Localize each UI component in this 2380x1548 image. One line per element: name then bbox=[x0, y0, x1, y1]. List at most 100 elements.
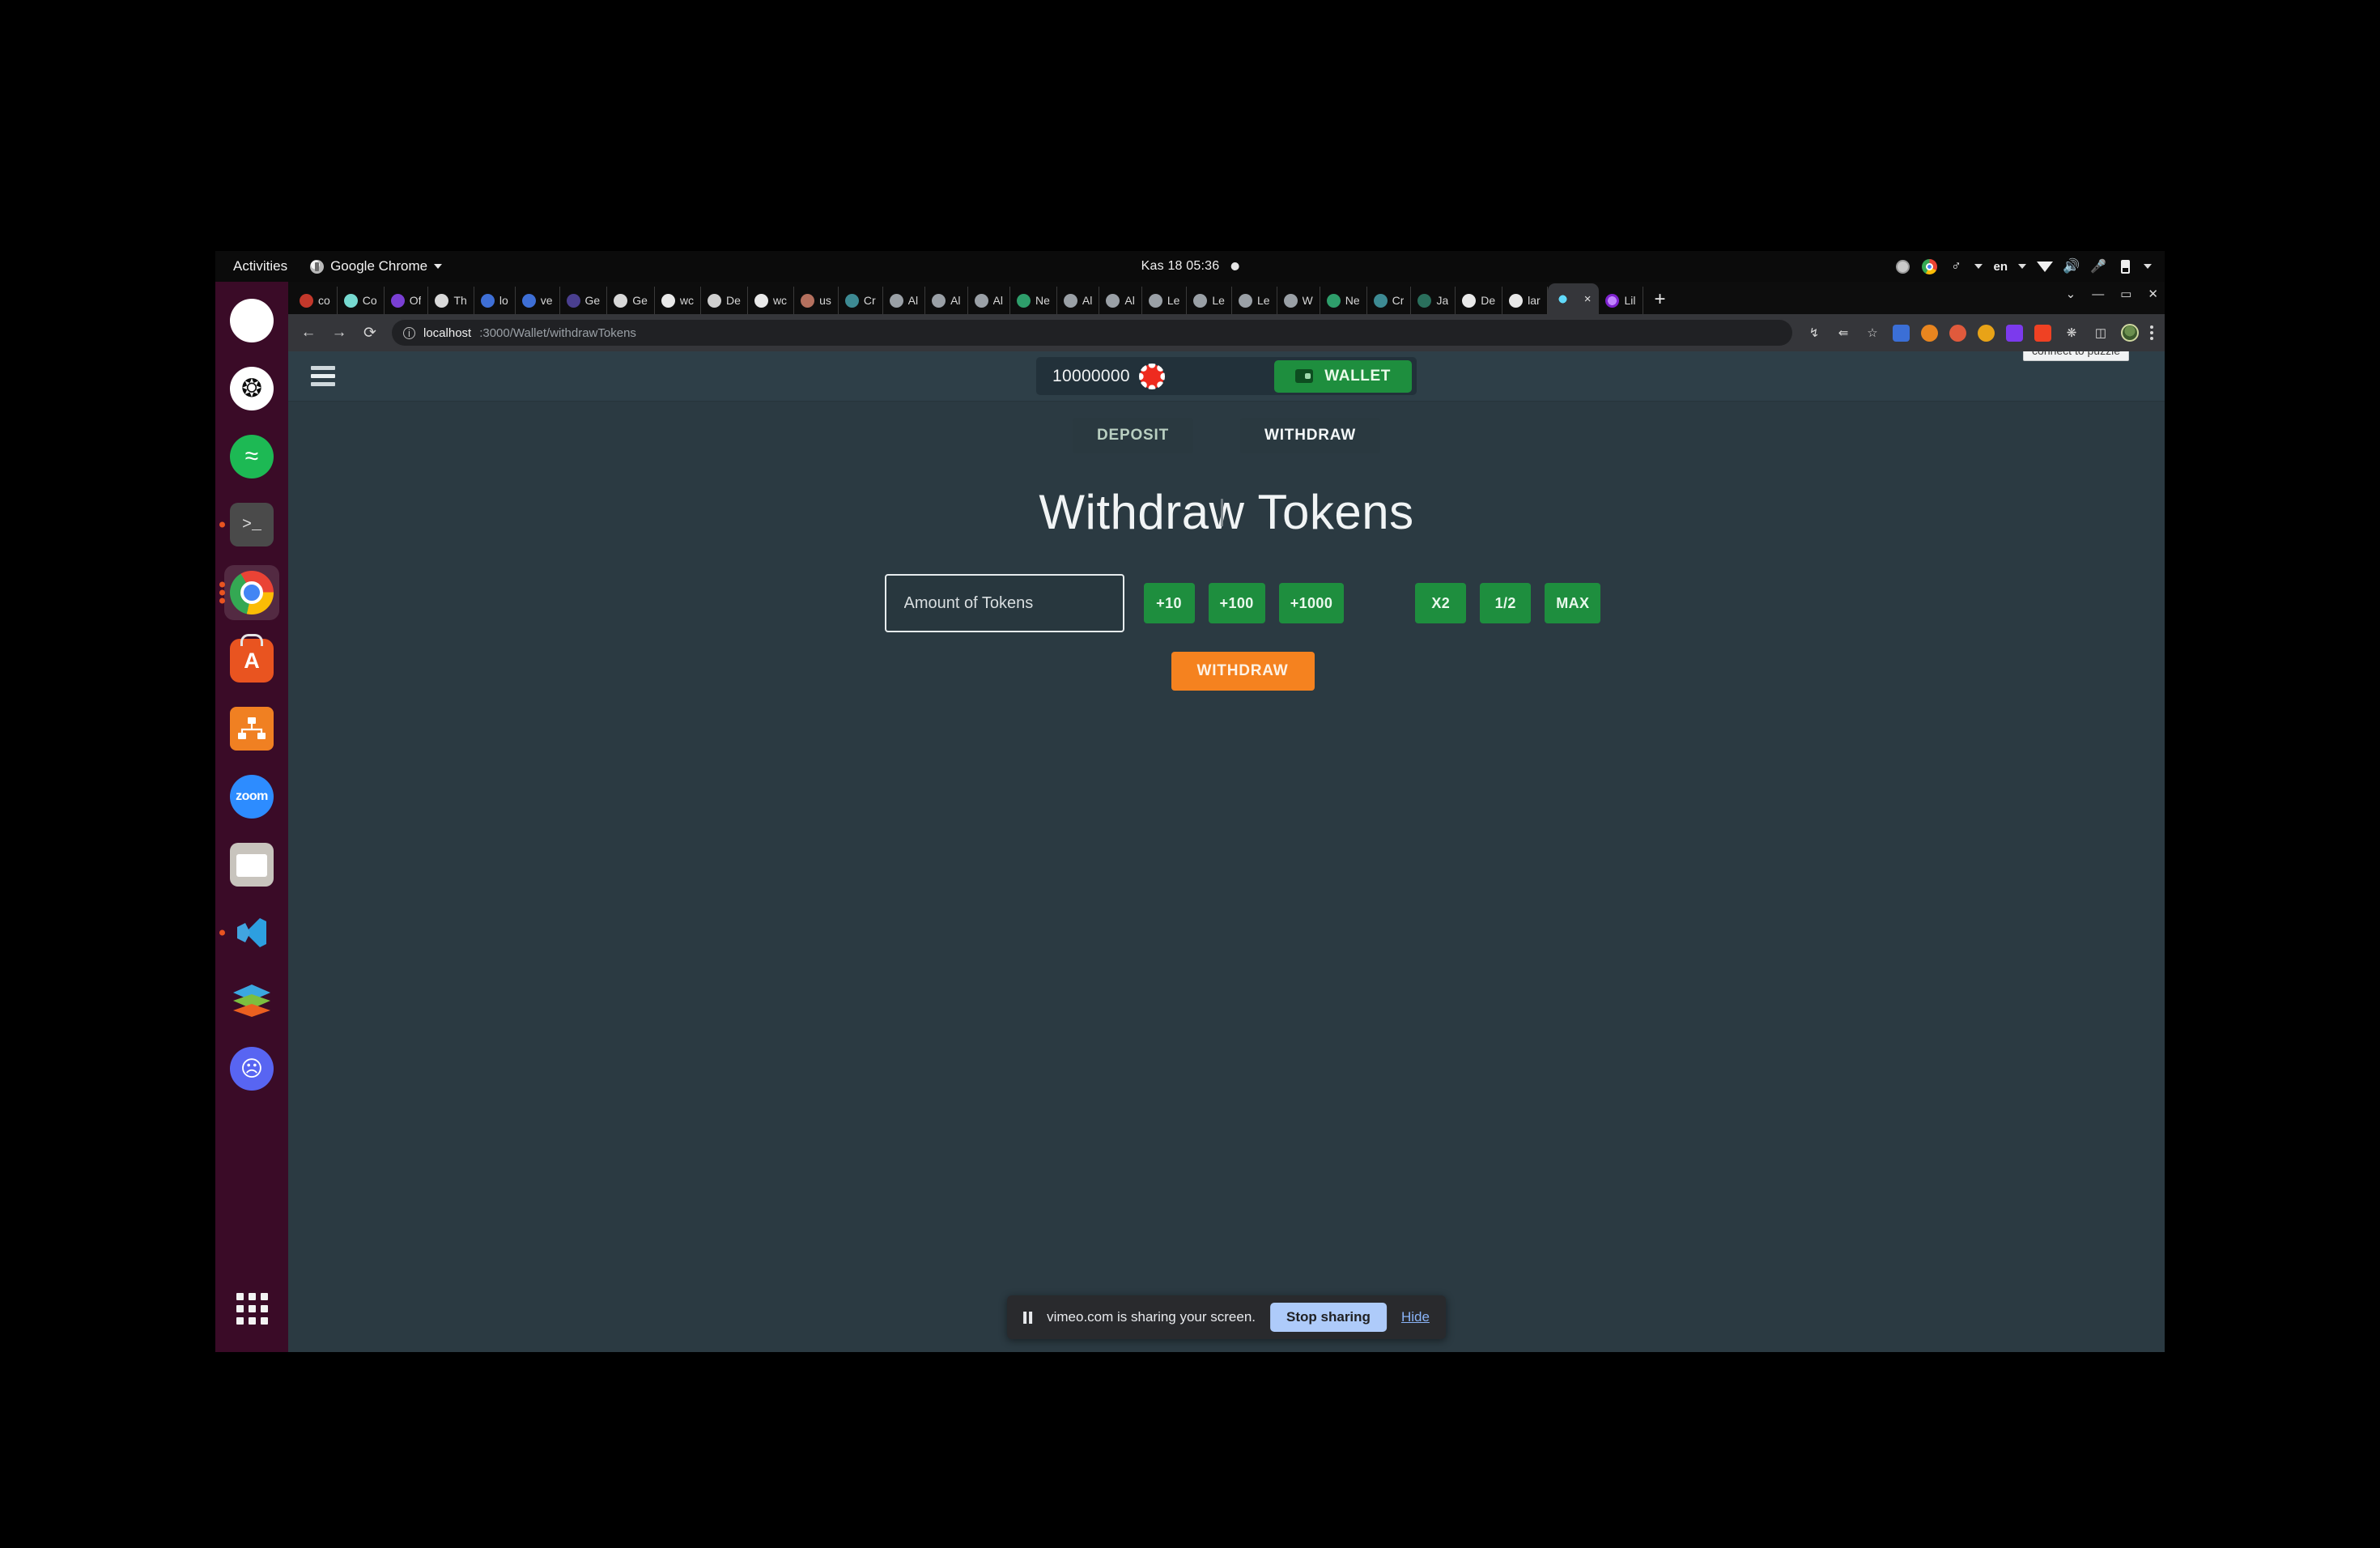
battery-icon[interactable] bbox=[2117, 258, 2133, 274]
hamburger-menu-icon[interactable] bbox=[311, 366, 335, 386]
dock-item-slack[interactable]: ❂ bbox=[224, 293, 279, 348]
tab-17[interactable]: Al bbox=[1057, 287, 1100, 314]
tab-3[interactable]: Th bbox=[428, 287, 474, 314]
dock-item-ubuntu-software[interactable]: A bbox=[224, 633, 279, 688]
tab-withdraw[interactable]: WITHDRAW bbox=[1240, 418, 1380, 453]
stop-sharing-button[interactable]: Stop sharing bbox=[1270, 1303, 1387, 1332]
back-button[interactable]: ← bbox=[300, 324, 317, 342]
tab-active[interactable]: × bbox=[1547, 283, 1600, 314]
favicon bbox=[889, 293, 903, 308]
tab-2[interactable]: Of bbox=[385, 287, 429, 314]
tab-22[interactable]: W bbox=[1277, 287, 1320, 314]
side-panel-icon[interactable]: ◫ bbox=[2092, 324, 2110, 342]
language-indicator[interactable]: en bbox=[1993, 260, 2008, 274]
dock-item-layers-app[interactable] bbox=[224, 973, 279, 1028]
tab-6[interactable]: Ge bbox=[560, 287, 608, 314]
dock-item-terminal[interactable]: >_ bbox=[219, 497, 279, 552]
slack-icon: ❂ bbox=[230, 299, 274, 342]
microphone-icon[interactable]: 🎤 bbox=[2090, 258, 2106, 274]
tab-23[interactable]: Ne bbox=[1320, 287, 1367, 314]
multiply-2-button[interactable]: X2 bbox=[1415, 583, 1467, 623]
dock-item-zoom[interactable]: zoom bbox=[224, 769, 279, 824]
tab-0[interactable]: co bbox=[293, 287, 338, 314]
hide-link[interactable]: Hide bbox=[1401, 1309, 1430, 1325]
screen-sharing-icon[interactable] bbox=[1894, 258, 1910, 274]
extension-orange-icon[interactable] bbox=[2034, 324, 2051, 342]
tab-19[interactable]: Le bbox=[1142, 287, 1188, 314]
tab-20[interactable]: Le bbox=[1187, 287, 1232, 314]
tab-14[interactable]: Al bbox=[925, 287, 968, 314]
profile-avatar[interactable] bbox=[2121, 324, 2139, 342]
clock[interactable]: Kas 18 05:36 bbox=[1141, 259, 1239, 274]
extension-fox-icon[interactable] bbox=[1921, 324, 1938, 342]
half-button[interactable]: 1/2 bbox=[1480, 583, 1532, 623]
tab-7[interactable]: Ge bbox=[607, 287, 655, 314]
chrome-tray-icon[interactable] bbox=[1921, 258, 1937, 274]
accessibility-chevron-icon[interactable] bbox=[1974, 264, 1983, 269]
show-applications-button[interactable] bbox=[224, 1281, 279, 1336]
dock-item-vs-code[interactable] bbox=[219, 905, 279, 960]
tab-25[interactable]: Ja bbox=[1411, 287, 1456, 314]
extension-red-icon[interactable] bbox=[1949, 324, 1966, 342]
withdraw-submit-button[interactable]: WITHDRAW bbox=[1171, 652, 1315, 691]
dock-item-google-chrome[interactable] bbox=[219, 565, 279, 620]
bookmark-star-icon[interactable]: ☆ bbox=[1864, 324, 1881, 342]
tab-4[interactable]: lo bbox=[474, 287, 516, 314]
add-100-button[interactable]: +100 bbox=[1208, 583, 1265, 623]
amount-input[interactable] bbox=[884, 574, 1124, 632]
add-10-button[interactable]: +10 bbox=[1143, 583, 1195, 623]
dock-item-chatgpt[interactable]: ❂ bbox=[224, 361, 279, 416]
favicon bbox=[974, 293, 988, 308]
tab-21[interactable]: Le bbox=[1232, 287, 1277, 314]
tab-15[interactable]: Al bbox=[968, 287, 1010, 314]
tab-13[interactable]: Al bbox=[883, 287, 926, 314]
tab-26[interactable]: De bbox=[1456, 287, 1503, 314]
volume-icon[interactable]: 🔊 bbox=[2063, 258, 2080, 274]
max-button[interactable]: MAX bbox=[1545, 583, 1601, 623]
url-path: :3000/Wallet/withdrawTokens bbox=[479, 325, 636, 340]
reload-button[interactable]: ⟳ bbox=[361, 324, 379, 342]
extension-purple-icon[interactable] bbox=[2006, 324, 2023, 342]
activities-button[interactable]: Activities bbox=[215, 258, 302, 274]
tab-12[interactable]: Cr bbox=[839, 287, 883, 314]
app-menu-chrome[interactable]: Google Chrome bbox=[302, 258, 450, 274]
dock-item-discord[interactable]: ☹ bbox=[224, 1041, 279, 1096]
tab-16[interactable]: Ne bbox=[1010, 287, 1057, 314]
extension-yellow-icon[interactable] bbox=[1978, 324, 1995, 342]
install-icon[interactable]: ↯ bbox=[1805, 324, 1823, 342]
tab-deposit[interactable]: DEPOSIT bbox=[1072, 418, 1193, 453]
new-tab-button[interactable]: + bbox=[1643, 288, 1677, 314]
tab-5[interactable]: ve bbox=[516, 287, 560, 314]
tab-10[interactable]: wc bbox=[748, 287, 795, 314]
forward-button[interactable]: → bbox=[330, 324, 348, 342]
share-icon[interactable]: ⇚ bbox=[1834, 324, 1852, 342]
language-chevron-icon[interactable] bbox=[2018, 264, 2026, 269]
accessibility-icon[interactable]: ♂ bbox=[1948, 258, 1964, 274]
tab-24[interactable]: Cr bbox=[1367, 287, 1412, 314]
close-icon[interactable]: × bbox=[1584, 292, 1592, 306]
tab-27[interactable]: lar bbox=[1502, 287, 1548, 314]
extension-blue-icon[interactable] bbox=[1893, 324, 1910, 342]
tab-8[interactable]: wc bbox=[655, 287, 702, 314]
tab-9[interactable]: De bbox=[701, 287, 748, 314]
dock-item-spotify[interactable]: ≈ bbox=[224, 429, 279, 484]
maximize-button[interactable]: ▭ bbox=[2120, 287, 2131, 301]
favicon bbox=[932, 293, 946, 308]
dock-item-org-chart-app[interactable] bbox=[224, 701, 279, 756]
minimize-button[interactable]: — bbox=[2092, 287, 2104, 301]
system-menu-chevron-icon[interactable] bbox=[2144, 264, 2152, 269]
wifi-icon[interactable] bbox=[2037, 258, 2053, 274]
extensions-puzzle-icon[interactable]: ❋ bbox=[2063, 324, 2080, 342]
tab-18[interactable]: Al bbox=[1099, 287, 1142, 314]
address-bar[interactable]: i localhost:3000/Wallet/withdrawTokens bbox=[392, 320, 1792, 346]
close-window-button[interactable]: ✕ bbox=[2148, 287, 2158, 301]
site-info-icon[interactable]: i bbox=[403, 326, 415, 339]
chrome-menu-icon[interactable] bbox=[2150, 325, 2153, 340]
wallet-button[interactable]: WALLET bbox=[1274, 359, 1412, 393]
tab-11[interactable]: us bbox=[794, 287, 839, 314]
tabsearch-chevron-icon[interactable]: ⌄ bbox=[2066, 287, 2076, 301]
tab-lil[interactable]: Lil bbox=[1599, 287, 1643, 314]
tab-1[interactable]: Co bbox=[338, 287, 385, 314]
add-1000-button[interactable]: +1000 bbox=[1278, 583, 1345, 623]
dock-item-files[interactable] bbox=[224, 837, 279, 892]
